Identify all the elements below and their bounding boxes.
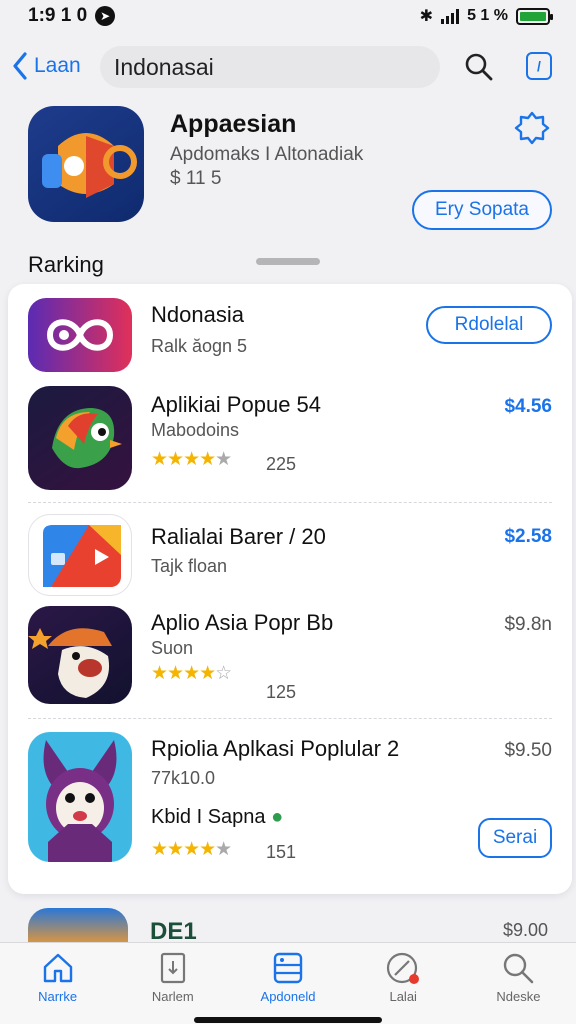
favorite-button[interactable] xyxy=(514,110,550,151)
back-label: Laan xyxy=(34,54,81,77)
app-name: Rpiolia Aplkasi Poplular 2 xyxy=(151,736,400,761)
location-icon: ➤ xyxy=(95,6,116,26)
leaf-icon: ● xyxy=(271,806,284,828)
app-subtitle: Ralk ăogn 5 xyxy=(151,336,248,356)
section-title: Rarking xyxy=(28,252,104,277)
row-divider xyxy=(28,718,552,719)
status-left: 1:9 1 0 ➤ xyxy=(28,5,116,27)
app-price[interactable]: $2.58 xyxy=(504,526,552,548)
search-text: Indonasai xyxy=(114,53,214,80)
tab-label: Narrke xyxy=(38,989,78,1004)
status-bar: 1:9 1 0 ➤ ✱ 5 1 % xyxy=(0,0,576,32)
signal-icon xyxy=(441,8,460,24)
rating-count: 225 xyxy=(266,454,297,474)
get-button[interactable]: Serai xyxy=(478,818,552,858)
share-button[interactable]: / xyxy=(526,52,552,80)
app-price[interactable]: $4.56 xyxy=(504,396,552,418)
rating-count: 151 xyxy=(266,842,297,862)
app-row[interactable]: Ndonasia Ralk ăogn 5 Rdolelal xyxy=(28,298,552,374)
compass-icon xyxy=(387,952,420,984)
app-row[interactable]: Aplikiai Popue 54 Mabodoins ★★★★★ 225 $4… xyxy=(28,386,552,492)
badge-icon xyxy=(514,111,550,145)
document-icon xyxy=(160,952,185,984)
app-name: Aplio Asia Popr Bb xyxy=(151,610,334,635)
rating-stars: ★★★★★ xyxy=(151,449,232,470)
app-subtitle: 77k10.0 xyxy=(151,768,216,788)
app-row[interactable]: Ralialai Barer / 20 Tajk floan $2.58 xyxy=(28,512,552,596)
app-name: Ralialai Barer / 20 xyxy=(151,524,326,549)
home-indicator[interactable] xyxy=(194,1017,382,1023)
bluetooth-icon: ✱ xyxy=(419,8,434,25)
app-developer: Kbid I Sapna ● xyxy=(151,806,283,829)
apps-icon xyxy=(273,952,303,984)
rating-count: 125 xyxy=(266,682,297,702)
share-icon: / xyxy=(537,58,541,74)
app-developer-text: Kbid I Sapna xyxy=(151,806,266,828)
tab-label: Apdoneld xyxy=(260,989,316,1004)
tab-label: Narlem xyxy=(151,989,194,1004)
search-field[interactable]: Indonasai xyxy=(100,46,440,88)
featured-app-price: $ 11 5 xyxy=(170,168,222,189)
featured-app-icon[interactable] xyxy=(28,106,144,222)
rating-stars: ★★★★☆ xyxy=(151,663,232,684)
ranking-sheet: Ndonasia Ralk ăogn 5 Rdolelal Aplikiai P… xyxy=(8,284,572,894)
tab-apps[interactable]: Apdoneld xyxy=(230,943,345,1024)
sheet-handle[interactable] xyxy=(256,258,320,265)
featured-app-button[interactable]: Ery Sopata xyxy=(412,190,552,230)
search-button[interactable] xyxy=(464,52,494,87)
app-icon xyxy=(28,298,132,372)
get-button[interactable]: Rdolelal xyxy=(426,306,552,344)
app-icon xyxy=(28,514,132,596)
app-price[interactable]: $9.50 xyxy=(504,740,552,762)
battery-percent: 5 1 % xyxy=(467,7,508,24)
tab-bar: Narrke Narlem Apdoneld Lalai Ndeske xyxy=(0,942,576,1024)
rating-stars: ★★★★★ xyxy=(151,839,232,860)
app-subtitle: Suon xyxy=(151,638,194,658)
search-icon xyxy=(465,53,493,81)
tab-label: Ndeske xyxy=(496,989,541,1004)
tab-explore[interactable]: Lalai xyxy=(346,943,461,1024)
search-icon xyxy=(504,953,534,984)
app-icon xyxy=(28,732,132,862)
tab-documents[interactable]: Narlem xyxy=(115,943,230,1024)
navigation-bar: Laan Indonasai / xyxy=(0,44,576,90)
home-icon xyxy=(43,953,72,983)
status-right: ✱ 5 1 % xyxy=(419,6,553,26)
back-button[interactable]: Laan xyxy=(12,52,81,80)
app-subtitle: Mabodoins xyxy=(151,420,240,440)
app-subtitle: Tajk floan xyxy=(151,556,228,576)
featured-app: Appaesian Apdomaks I Altonadiak $ 11 5 E… xyxy=(28,106,558,230)
row-divider xyxy=(28,502,552,503)
featured-app-subtitle: Apdomaks I Altonadiak xyxy=(170,144,364,165)
tab-search[interactable]: Ndeske xyxy=(461,943,576,1024)
app-name: Ndonasia xyxy=(151,302,244,327)
app-price[interactable]: $9.8n xyxy=(504,614,552,636)
app-icon xyxy=(28,386,132,490)
tab-label: Lalai xyxy=(389,989,417,1004)
app-row[interactable]: Aplio Asia Popr Bb Suon ★★★★☆ 125 $9.8n xyxy=(28,606,552,706)
app-name: Aplikiai Popue 54 xyxy=(151,392,322,417)
app-price[interactable]: $9.00 xyxy=(503,920,548,941)
status-time: 1:9 1 0 xyxy=(28,5,88,26)
battery-icon xyxy=(516,7,553,25)
chevron-left-icon xyxy=(13,52,27,80)
app-icon xyxy=(28,606,132,704)
featured-app-title: Appaesian xyxy=(170,110,297,138)
tab-home[interactable]: Narrke xyxy=(0,943,115,1024)
app-row[interactable]: Rpiolia Aplkasi Poplular 2 77k10.0 Kbid … xyxy=(28,732,552,862)
